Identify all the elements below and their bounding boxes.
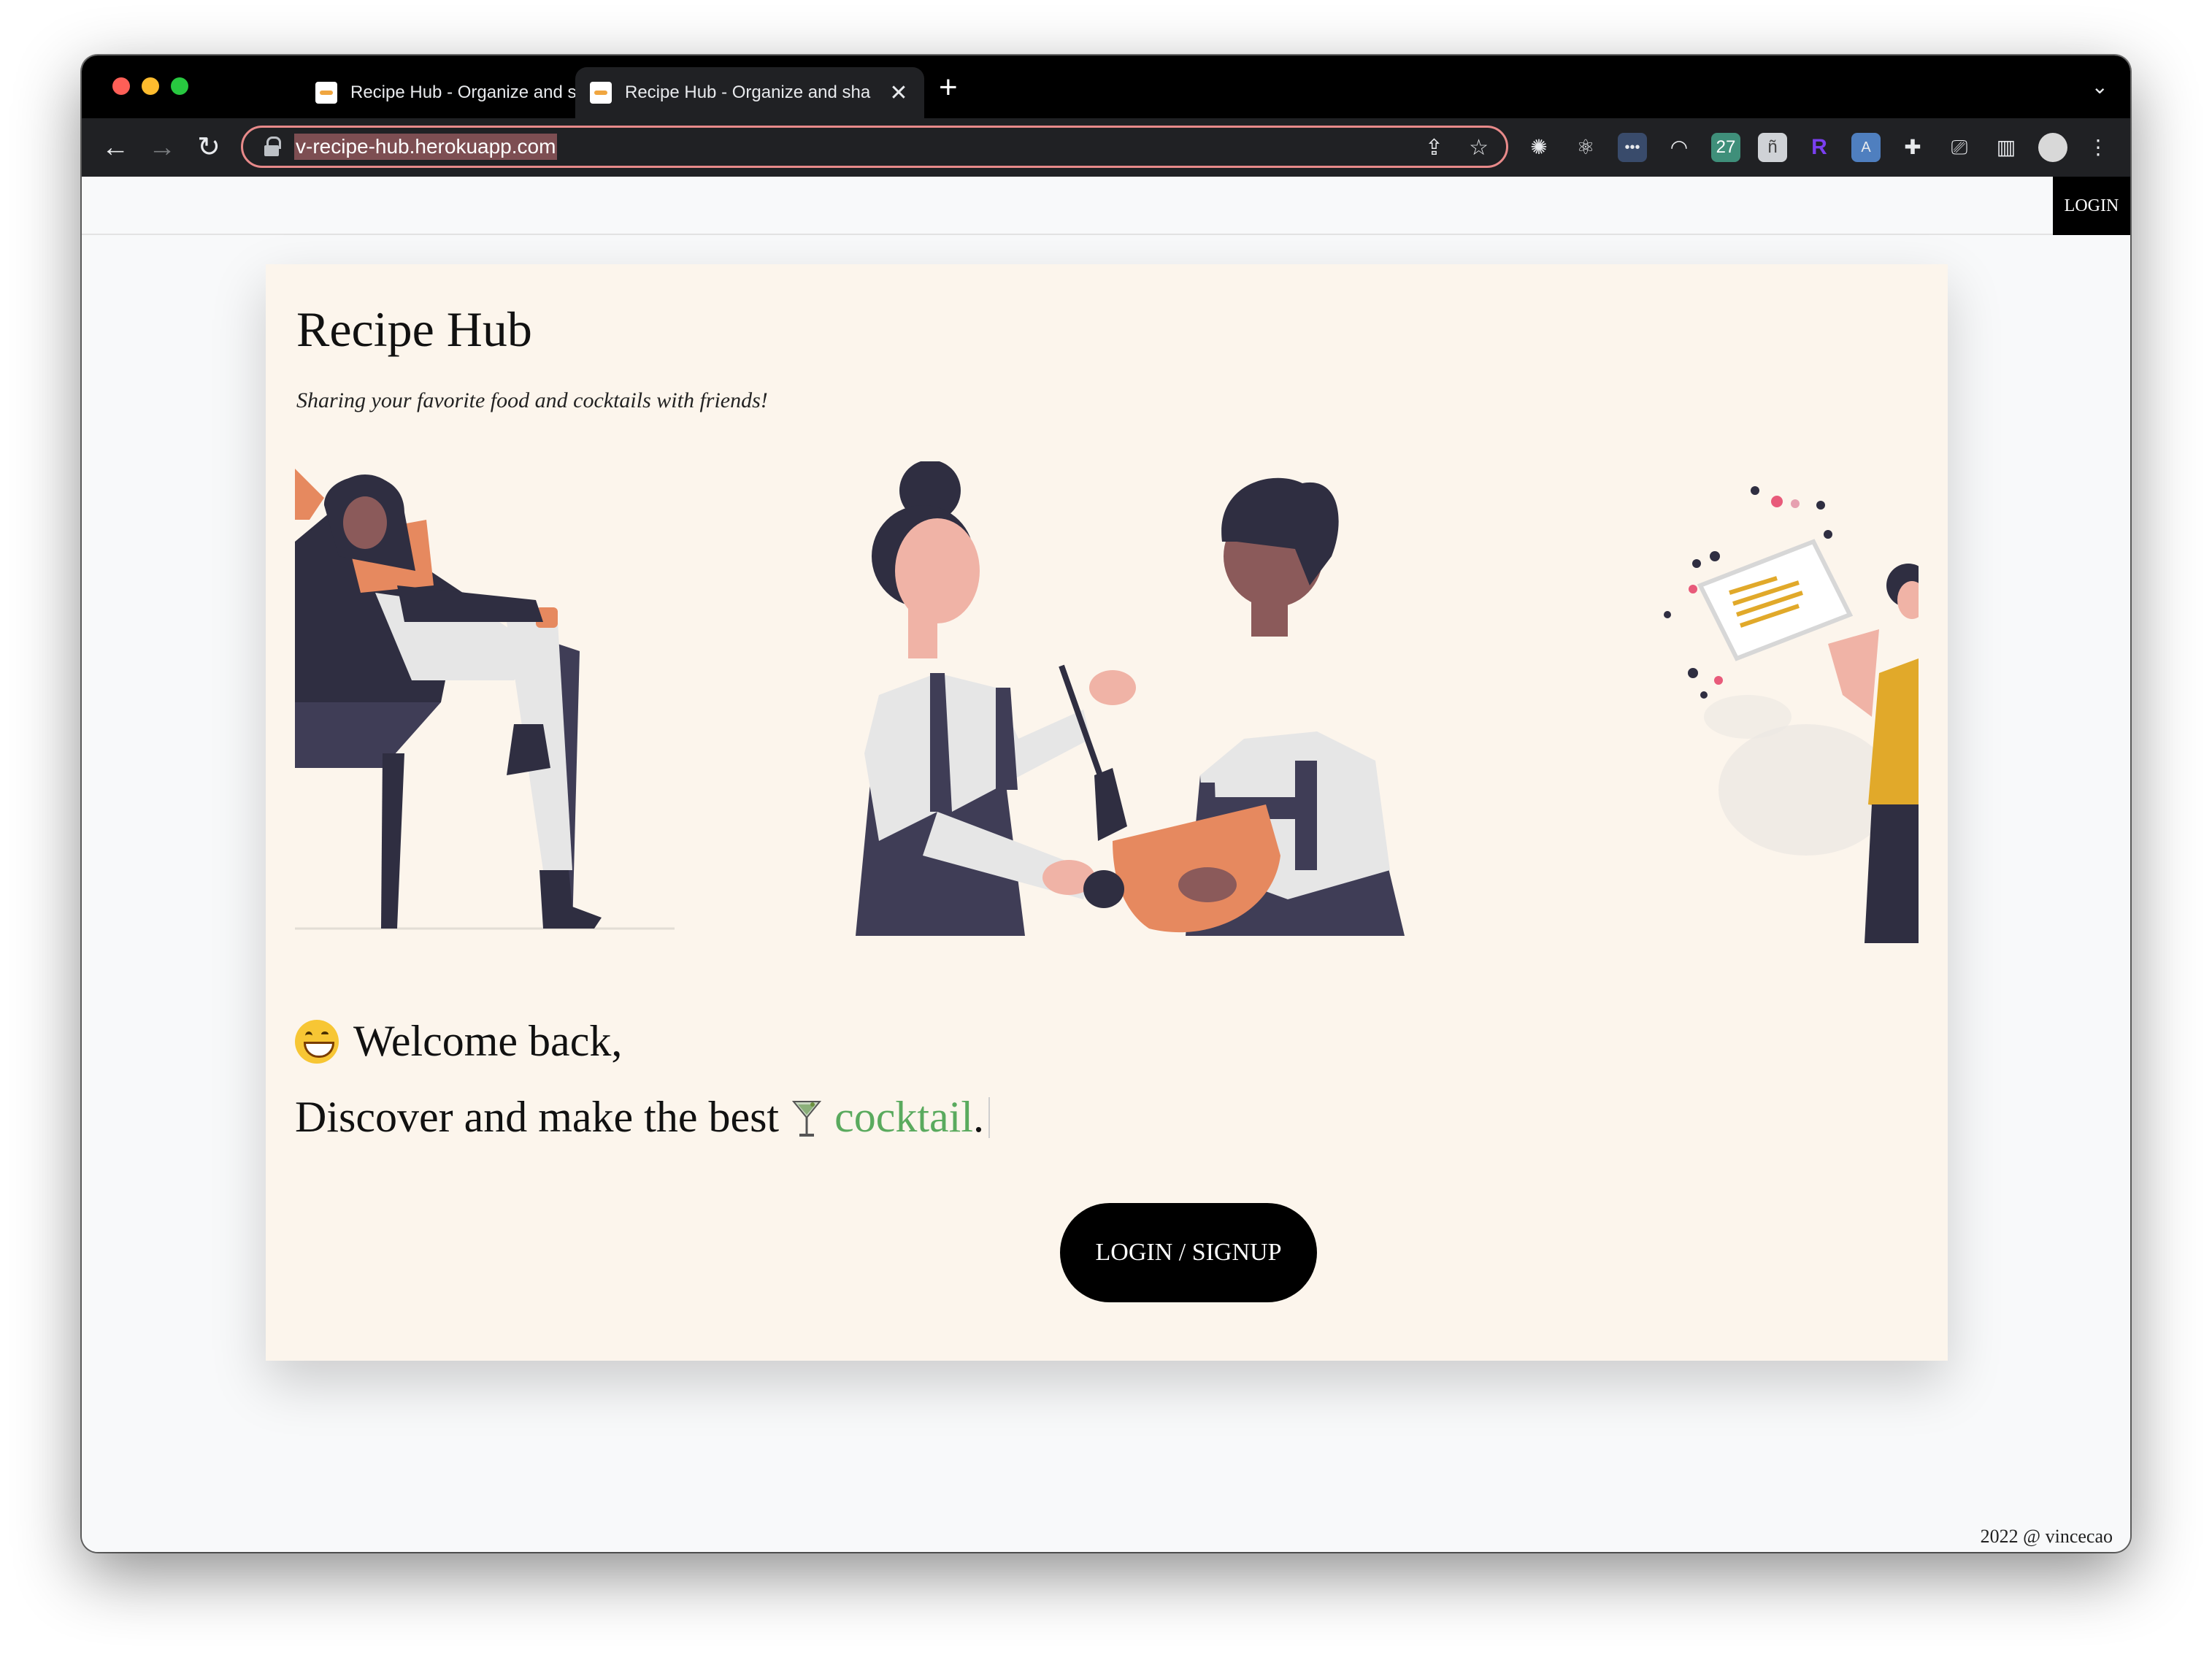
hero-card: Recipe Hub Sharing your favorite food an… (266, 264, 1948, 1361)
back-arrow-icon[interactable]: ← (96, 128, 134, 166)
site-favicon-icon (590, 82, 612, 104)
extension-pinwheel-icon[interactable]: ✺ (1524, 133, 1554, 162)
sentence-period: . (973, 1093, 985, 1141)
web-page: LOGIN Recipe Hub Sharing your favorite f… (82, 177, 2130, 1552)
footer-credit: 2022 @ vincecao (1980, 1526, 2113, 1547)
tab-close-icon[interactable]: ✕ (888, 80, 910, 106)
maximize-window-button[interactable] (171, 77, 188, 95)
share-icon[interactable]: ⇪ (1425, 135, 1443, 161)
new-tab-button[interactable]: + (939, 72, 958, 104)
extension-a-icon[interactable]: A (1851, 133, 1881, 162)
tab-recipe-hub-2[interactable]: Recipe Hub - Organize and sha ✕ (575, 67, 924, 118)
browser-window: Recipe Hub - Organize and sha ✕ Recipe H… (82, 55, 2130, 1552)
cocktail-glass-icon (791, 1100, 822, 1137)
page-title: Recipe Hub (296, 301, 532, 357)
forward-arrow-icon[interactable]: → (143, 128, 181, 166)
browser-toolbar: ← → ↻ v-recipe-hub.herokuapp.com ⇪ ☆ ✺ ⚛… (82, 118, 2130, 177)
close-window-button[interactable] (112, 77, 130, 95)
bookmark-star-icon[interactable]: ☆ (1469, 135, 1489, 161)
address-bar[interactable]: v-recipe-hub.herokuapp.com ⇪ ☆ (241, 126, 1508, 168)
extension-dots-icon[interactable]: ••• (1618, 133, 1647, 162)
tab-strip: Recipe Hub - Organize and sha ✕ Recipe H… (82, 55, 2130, 118)
profile-avatar[interactable] (2038, 133, 2067, 162)
lock-icon[interactable] (262, 137, 281, 157)
site-top-bar: LOGIN (82, 177, 2130, 235)
header-login-button[interactable]: LOGIN (2053, 177, 2130, 235)
url-text[interactable]: v-recipe-hub.herokuapp.com (294, 134, 558, 160)
hero-illustration (295, 461, 1919, 943)
extension-calendar-icon[interactable]: 27 (1711, 133, 1740, 162)
reload-icon[interactable]: ↻ (190, 128, 228, 166)
welcome-line: Welcome back, (295, 1016, 622, 1067)
minimize-window-button[interactable] (142, 77, 159, 95)
extension-r-icon[interactable]: R (1805, 133, 1834, 162)
typing-cursor (988, 1096, 991, 1138)
welcome-text: Welcome back, (353, 1017, 623, 1065)
login-signup-button[interactable]: LOGIN / SIGNUP (1060, 1203, 1317, 1302)
tab-title: Recipe Hub - Organize and sha (625, 82, 871, 102)
discover-text: Discover and make the best (295, 1093, 780, 1141)
cast-icon[interactable]: ⎚ (1945, 133, 1974, 162)
highlighted-word-cocktail: cocktail (834, 1093, 974, 1141)
side-panel-icon[interactable]: ▥ (1992, 133, 2021, 162)
grinning-face-emoji-icon (295, 1019, 339, 1064)
page-subtitle: Sharing your favorite food and cocktails… (296, 388, 768, 412)
react-devtools-icon[interactable]: ⚛ (1571, 133, 1600, 162)
extensions-puzzle-icon[interactable]: ✚ (1898, 133, 1927, 162)
extension-translate-icon[interactable]: ñ (1758, 133, 1787, 162)
tab-title: Recipe Hub - Organize and sha (350, 82, 596, 102)
discover-line: Discover and make the best cocktail . (295, 1092, 991, 1142)
extension-arc-icon[interactable]: ◠ (1664, 133, 1694, 162)
tab-search-chevron-icon[interactable]: ⌄ (2092, 74, 2108, 99)
person-holding-recipe-card-illustration (1664, 486, 1919, 943)
cooking-couple-illustration (856, 461, 1405, 936)
site-favicon-icon (315, 82, 337, 104)
seated-person-illustration (295, 469, 675, 930)
browser-menu-kebab-icon[interactable]: ⋮ (2084, 133, 2113, 162)
